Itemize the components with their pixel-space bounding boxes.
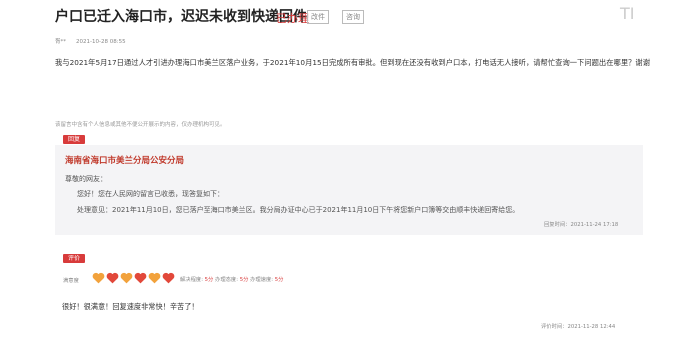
satisfaction-hearts: [92, 272, 175, 284]
reply-line-1: 您好！您在人民网的留言已收悉，现答复如下：: [77, 190, 224, 198]
heart-icon: [148, 272, 161, 284]
heart-icon: [120, 272, 133, 284]
heart-icon: [162, 272, 175, 284]
post-date: 2021-10-28 08:55: [76, 39, 126, 45]
reply-time: 回复时间：2021-11-24 17:18: [544, 222, 619, 228]
heart-icon: [92, 272, 105, 284]
message-meta: 胥** 2021-10-28 08:55: [55, 37, 126, 45]
rating-score-2: 5分: [239, 277, 249, 283]
rating-score-1: 5分: [204, 277, 214, 283]
rating-label-1: 解决程度:: [180, 277, 203, 283]
reply-greeting: 尊敬的网友：: [65, 175, 107, 183]
evaluation-time: 评价时间：2021-11-28 12:44: [541, 324, 616, 330]
evaluation-label: 评价: [63, 254, 86, 263]
message-body: 我与2021年5月17日通过人才引进办理海口市美兰区落户业务，于2021年10月…: [55, 58, 651, 67]
watermark: TI: [620, 4, 635, 23]
privacy-notice: 该留言中含有个人信息或其他不便公开展示的内容，仅办理机构可见。: [55, 122, 226, 128]
heart-icon: [106, 272, 119, 284]
evaluation-comment: 很好！很满意！回复速度非常快！辛苦了！: [62, 302, 199, 311]
tag-category[interactable]: 咨询: [342, 10, 364, 24]
reply-label: 回复: [63, 135, 86, 144]
rating-details: 解决程度: 5分 办理态度: 5分 办理速度: 5分: [180, 275, 283, 283]
reply-line-2: 处理意见：2021年11月10日，您已落户至海口市美兰区。我分局办证中心已于20…: [77, 206, 520, 214]
page-title: 户口已迁入海口市，迟迟未收到快递回件: [55, 9, 307, 25]
rating-label-3: 办理速度:: [250, 277, 274, 283]
author-name: 胥**: [55, 39, 67, 45]
status-badge: 已办理: [276, 12, 309, 25]
tag-type[interactable]: 改件: [307, 10, 329, 24]
satisfaction-label: 满意度: [63, 278, 79, 284]
heart-icon: [134, 272, 147, 284]
reply-department[interactable]: 海南省海口市美兰分局公安分局: [65, 154, 184, 166]
rating-score-3: 5分: [274, 277, 284, 283]
rating-label-2: 办理态度:: [215, 277, 239, 283]
